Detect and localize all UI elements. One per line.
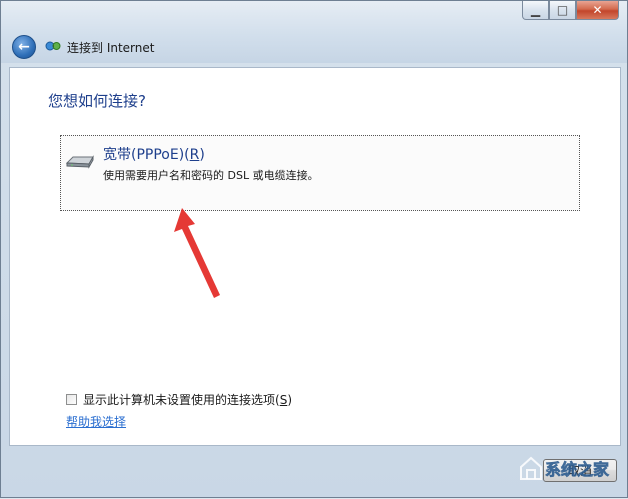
show-options-checkbox-row[interactable]: 显示此计算机未设置使用的连接选项(S) (66, 391, 292, 408)
option-description: 使用需要用户名和密码的 DSL 或电缆连接。 (103, 169, 319, 182)
back-arrow-icon: ← (18, 39, 30, 55)
option-title-text: 宽带(PPPoE)( (103, 147, 190, 163)
window-title: 连接到 Internet (67, 41, 155, 55)
connect-internet-window: ▁ □ ✕ ← 连接到 Internet 您想如何连接? 宽带(PPPoE)(R… (0, 0, 628, 498)
option-access-key: R (189, 147, 200, 163)
network-icon (45, 41, 61, 51)
back-button[interactable]: ← (12, 35, 36, 59)
close-button[interactable]: ✕ (576, 1, 619, 20)
help-me-choose-link[interactable]: 帮助我选择 (66, 413, 126, 430)
option-title: 宽带(PPPoE)(R) (103, 144, 205, 164)
show-options-label: 显示此计算机未设置使用的连接选项(S) (83, 391, 292, 408)
minimize-button[interactable]: ▁ (522, 1, 549, 20)
maximize-button[interactable]: □ (549, 1, 576, 20)
title-bar: ▁ □ ✕ ← 连接到 Internet (1, 1, 627, 63)
annotation-arrow (174, 208, 220, 298)
watermark-logo: 系统之家 (520, 456, 610, 480)
broadband-pppoe-option[interactable]: 宽带(PPPoE)(R) 使用需要用户名和密码的 DSL 或电缆连接。 (60, 135, 580, 211)
show-options-checkbox[interactable] (66, 394, 77, 405)
page-heading: 您想如何连接? (48, 92, 146, 110)
watermark-text: 系统之家 (545, 460, 610, 479)
caption-buttons: ▁ □ ✕ (522, 1, 619, 20)
modem-icon (65, 155, 94, 169)
checkbox-label-text: 显示此计算机未设置使用的连接选项( (83, 393, 280, 407)
checkbox-label-end: ) (287, 393, 292, 407)
content-panel: 您想如何连接? 宽带(PPPoE)(R) 使用需要用户名和密码的 DSL 或电缆… (9, 67, 621, 446)
option-title-end: ) (199, 147, 205, 163)
